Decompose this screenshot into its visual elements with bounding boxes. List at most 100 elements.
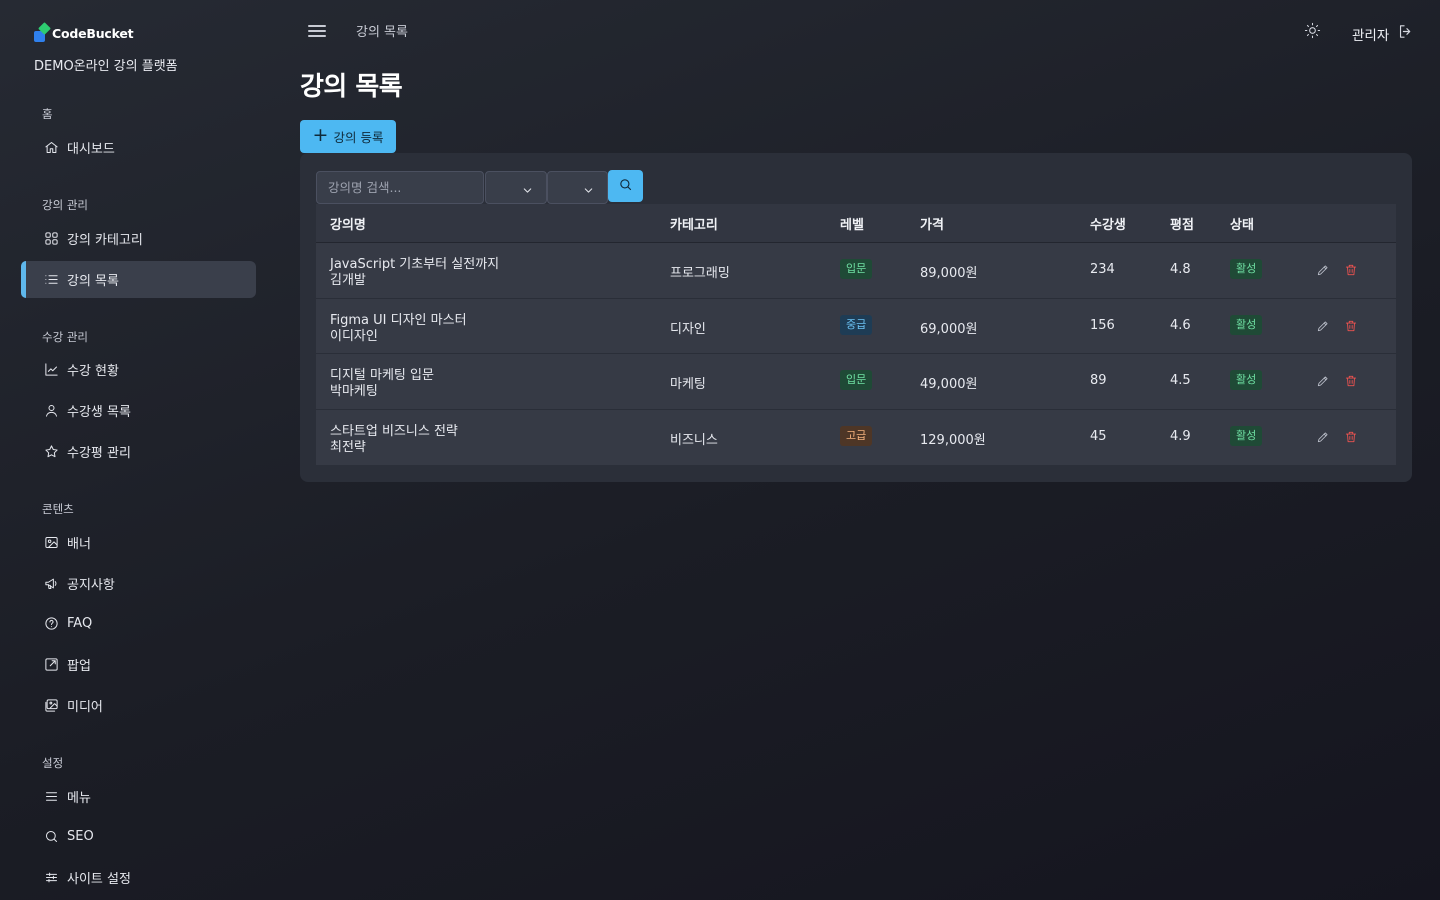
chevron-down-icon bbox=[521, 182, 534, 201]
level-badge: 입문 bbox=[840, 370, 873, 390]
pencil-icon bbox=[1316, 262, 1330, 281]
course-rating: 4.9 bbox=[1170, 428, 1191, 444]
sidebar-item-notice[interactable]: 공지사항 bbox=[21, 565, 256, 602]
pencil-icon bbox=[1316, 318, 1330, 337]
column-header-title[interactable]: 강의명 bbox=[330, 214, 366, 233]
user-name[interactable]: 관리자 bbox=[1352, 24, 1389, 44]
course-students: 45 bbox=[1090, 428, 1107, 444]
chart-line-icon bbox=[43, 361, 60, 378]
sidebar-item-course-list[interactable]: 강의 목록 bbox=[21, 261, 256, 298]
add-course-button[interactable]: + 강의 등록 bbox=[300, 120, 396, 153]
edit-button[interactable] bbox=[1316, 318, 1332, 334]
course-instructor: 이디자인 bbox=[330, 328, 378, 344]
course-price: 49,000원 bbox=[920, 377, 978, 392]
sidebar-item-reviews[interactable]: 수강평 관리 bbox=[21, 433, 256, 470]
course-rating: 4.5 bbox=[1170, 373, 1191, 388]
sidebar-item-media[interactable]: 미디어 bbox=[21, 687, 256, 724]
sidebar-item-enrollment-status[interactable]: 수강 현황 bbox=[21, 351, 256, 388]
chevron-down-icon bbox=[582, 182, 595, 201]
search-button[interactable] bbox=[608, 170, 643, 202]
images-icon bbox=[43, 697, 60, 714]
search-icon bbox=[43, 828, 60, 845]
course-students: 89 bbox=[1090, 373, 1107, 388]
sidebar-item-label: 팝업 bbox=[67, 659, 91, 674]
table-row[interactable]: JavaScript 기초부터 실전까지 김개발 프로그래밍 입문 89,000… bbox=[316, 243, 1396, 299]
course-category: 디자인 bbox=[670, 321, 706, 337]
sidebar-item-label: 수강생 목록 bbox=[67, 405, 131, 420]
logout-icon bbox=[1397, 25, 1414, 44]
sidebar-item-label: 메뉴 bbox=[67, 791, 91, 806]
table-row[interactable]: Figma UI 디자인 마스터 이디자인 디자인 중급 69,000원 156… bbox=[316, 298, 1396, 354]
course-category: 마케팅 bbox=[670, 377, 706, 392]
sidebar-item-site-settings[interactable]: 사이트 설정 bbox=[21, 859, 256, 896]
theme-toggle-button[interactable] bbox=[1304, 22, 1324, 42]
sidebar-item-faq[interactable]: FAQ bbox=[21, 605, 256, 642]
sidebar-item-popup[interactable]: 팝업 bbox=[21, 646, 256, 683]
section-title-content: 콘텐츠 bbox=[42, 502, 74, 516]
course-category: 프로그래밍 bbox=[670, 266, 730, 281]
grid-icon bbox=[43, 230, 60, 247]
sidebar-item-students[interactable]: 수강생 목록 bbox=[21, 392, 256, 429]
section-title-home: 홈 bbox=[42, 107, 53, 121]
sidebar-item-course-category[interactable]: 강의 카테고리 bbox=[21, 220, 256, 257]
delete-button[interactable] bbox=[1344, 373, 1360, 389]
table-row[interactable]: 디지털 마케팅 입문 박마케팅 마케팅 입문 49,000원 89 4.5 활성 bbox=[316, 354, 1396, 410]
star-icon bbox=[43, 443, 60, 460]
course-category: 비즈니스 bbox=[670, 432, 718, 448]
column-header-level[interactable]: 레벨 bbox=[840, 214, 864, 233]
sidebar-item-dashboard[interactable]: 대시보드 bbox=[21, 129, 256, 166]
sidebar-item-label: 수강평 관리 bbox=[67, 446, 131, 461]
logout-button[interactable] bbox=[1397, 23, 1417, 43]
course-table: 강의명 카테고리 레벨 가격 수강생 평점 상태 JavaScript 기초부터… bbox=[316, 204, 1396, 465]
sidebar-item-label: 강의 카테고리 bbox=[67, 233, 143, 248]
course-instructor: 김개발 bbox=[330, 273, 366, 288]
menu-toggle-button[interactable] bbox=[307, 22, 329, 40]
column-header-status[interactable]: 상태 bbox=[1230, 214, 1254, 233]
home-icon bbox=[43, 139, 60, 156]
sidebar-item-label: 강의 목록 bbox=[67, 274, 119, 289]
column-header-category[interactable]: 카테고리 bbox=[670, 214, 718, 233]
sidebar-item-label: 대시보드 bbox=[67, 142, 115, 157]
course-search-input[interactable] bbox=[316, 171, 484, 204]
status-badge: 활성 bbox=[1230, 314, 1263, 335]
sidebar-item-seo[interactable]: SEO bbox=[21, 818, 256, 855]
sidebar-item-label: 공지사항 bbox=[67, 578, 115, 593]
status-badge: 활성 bbox=[1230, 425, 1263, 446]
breadcrumb: 강의 목록 bbox=[356, 25, 408, 40]
status-badge: 활성 bbox=[1230, 370, 1263, 390]
codebucket-logo-icon bbox=[34, 22, 51, 42]
add-course-label: 강의 등록 bbox=[333, 130, 384, 145]
trash-icon bbox=[1344, 429, 1358, 448]
edit-button[interactable] bbox=[1316, 373, 1332, 389]
level-select[interactable] bbox=[547, 171, 608, 204]
table-row[interactable]: 스타트업 비즈니스 전략 최전략 비즈니스 고급 129,000원 45 4.9… bbox=[316, 409, 1396, 465]
pencil-icon bbox=[1316, 429, 1330, 448]
list-icon bbox=[43, 271, 60, 288]
course-instructor: 최전략 bbox=[330, 439, 366, 455]
section-title-course-management: 강의 관리 bbox=[42, 198, 88, 212]
column-header-students[interactable]: 수강생 bbox=[1090, 214, 1126, 233]
delete-button[interactable] bbox=[1344, 318, 1360, 334]
sun-icon bbox=[1304, 22, 1321, 43]
level-badge: 고급 bbox=[840, 425, 873, 446]
brand-logo[interactable]: CodeBucket bbox=[34, 22, 134, 42]
course-students: 234 bbox=[1090, 262, 1115, 277]
course-rating: 4.8 bbox=[1170, 262, 1191, 277]
edit-button[interactable] bbox=[1316, 262, 1332, 278]
sidebar-item-banner[interactable]: 배너 bbox=[21, 524, 256, 561]
image-icon bbox=[43, 534, 60, 551]
delete-button[interactable] bbox=[1344, 429, 1360, 445]
category-select[interactable] bbox=[485, 171, 547, 204]
section-title-settings: 설정 bbox=[42, 756, 64, 770]
search-icon bbox=[618, 177, 633, 196]
delete-button[interactable] bbox=[1344, 262, 1360, 278]
edit-button[interactable] bbox=[1316, 429, 1332, 445]
sidebar-item-label: 미디어 bbox=[67, 700, 103, 715]
column-header-rating[interactable]: 평점 bbox=[1170, 214, 1194, 233]
sidebar-item-menu[interactable]: 메뉴 bbox=[21, 778, 256, 815]
course-students: 156 bbox=[1090, 317, 1115, 333]
sidebar-item-label: SEO bbox=[67, 829, 94, 844]
sidebar: CodeBucket DEMO온라인 강의 플랫폼 홈 대시보드 강의 관리 강… bbox=[0, 0, 276, 900]
column-header-price[interactable]: 가격 bbox=[920, 214, 944, 233]
brand-name: CodeBucket bbox=[52, 25, 134, 41]
